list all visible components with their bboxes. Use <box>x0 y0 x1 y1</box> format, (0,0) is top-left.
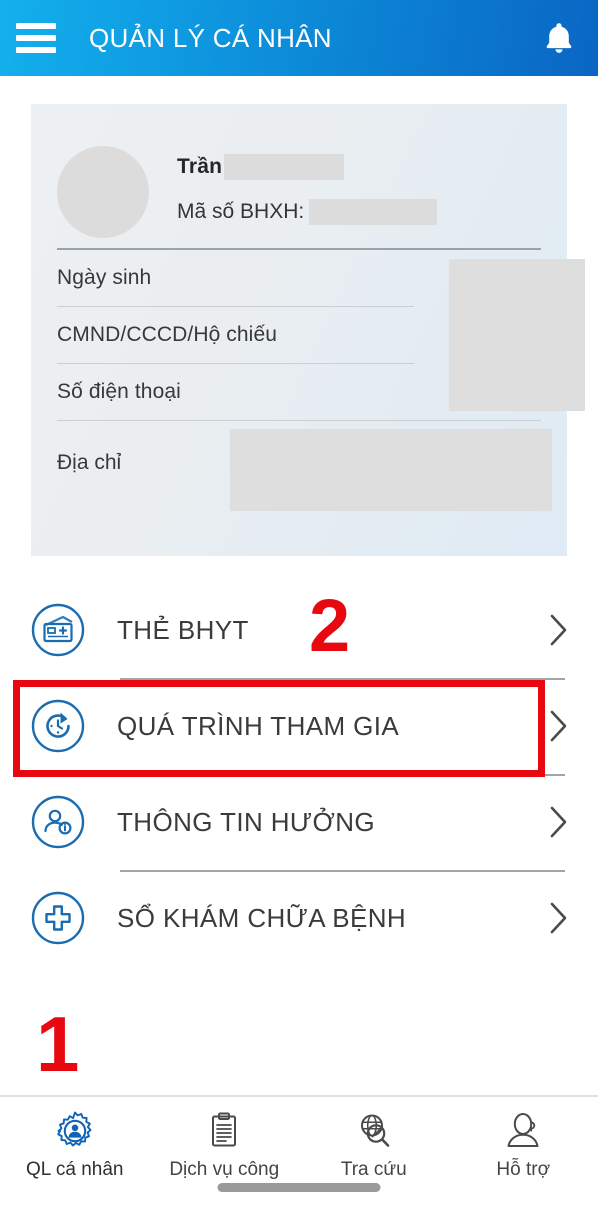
menu-item-label: SỔ KHÁM CHỮA BỆNH <box>117 903 542 934</box>
medical-cross-icon <box>29 889 87 947</box>
profile-identity: Trần Mã số BHXH: <box>177 146 567 226</box>
redacted-address-value <box>230 429 552 511</box>
menu-separator <box>120 870 565 872</box>
chevron-right-icon[interactable] <box>542 613 576 647</box>
field-label: CMND/CCCD/Hộ chiếu <box>57 323 277 347</box>
nav-item-dich-vu-cong[interactable]: Dịch vụ công <box>150 1097 300 1211</box>
chevron-right-icon[interactable] <box>542 805 576 839</box>
profile-header: Trần Mã số BHXH: <box>31 104 567 242</box>
redacted-name-value <box>224 154 344 180</box>
hamburger-bar <box>16 23 56 29</box>
menu-list: THẺ BHYT QUÁ TRÌNH THAM GIA <box>0 582 598 966</box>
profile-name-row: Trần <box>177 152 567 182</box>
menu-item-the-bhyt[interactable]: THẺ BHYT <box>0 582 598 678</box>
globe-search-icon <box>351 1108 397 1154</box>
nav-item-label: Hỗ trợ <box>496 1159 550 1181</box>
field-row-address: Địa chỉ <box>31 421 567 531</box>
nav-item-ql-ca-nhan[interactable]: QL cá nhân <box>0 1097 150 1211</box>
headset-person-icon <box>500 1108 546 1154</box>
app-bar: QUẢN LÝ CÁ NHÂN <box>0 0 598 76</box>
profile-name: Trần <box>177 155 222 179</box>
chevron-right-icon[interactable] <box>542 709 576 743</box>
nav-item-label: QL cá nhân <box>26 1159 124 1181</box>
menu-separator <box>120 774 565 776</box>
bhxh-row: Mã số BHXH: <box>177 198 567 226</box>
clipboard-icon <box>201 1108 247 1154</box>
redacted-bhxh-value <box>309 199 437 225</box>
nav-item-label: Dịch vụ công <box>169 1159 279 1181</box>
insurance-card-icon <box>29 601 87 659</box>
avatar <box>57 146 149 238</box>
menu-separator <box>120 678 565 680</box>
history-clock-icon <box>29 697 87 755</box>
nav-item-tra-cuu[interactable]: Tra cứu <box>299 1097 449 1211</box>
menu-item-so-kham-chua-benh[interactable]: SỔ KHÁM CHỮA BỆNH <box>0 870 598 966</box>
bhxh-label: Mã số BHXH: <box>177 200 304 224</box>
annotation-step-1: 1 <box>36 1005 79 1083</box>
profile-card: Trần Mã số BHXH: Ngày sinh CMND/CCCD/Hộ … <box>31 104 567 556</box>
bottom-navigation: QL cá nhân Dịch vụ công Tra cứu <box>0 1095 598 1200</box>
page-title: QUẢN LÝ CÁ NHÂN <box>89 23 542 54</box>
nav-item-ho-tro[interactable]: Hỗ trợ <box>449 1097 598 1211</box>
menu-item-label: THÔNG TIN HƯỞNG <box>117 807 542 838</box>
hamburger-icon[interactable] <box>16 23 56 53</box>
redacted-field-values <box>449 259 585 411</box>
bell-icon[interactable] <box>542 19 576 57</box>
field-label: Số điện thoại <box>57 380 181 404</box>
menu-item-qua-trinh-tham-gia[interactable]: QUÁ TRÌNH THAM GIA <box>0 678 598 774</box>
menu-item-thong-tin-huong[interactable]: THÔNG TIN HƯỞNG <box>0 774 598 870</box>
field-label: Ngày sinh <box>57 266 151 290</box>
menu-item-label: QUÁ TRÌNH THAM GIA <box>117 711 542 742</box>
hamburger-bar <box>16 35 56 41</box>
home-indicator <box>218 1183 381 1192</box>
nav-item-label: Tra cứu <box>341 1159 407 1181</box>
gear-person-icon <box>52 1108 98 1154</box>
person-info-icon <box>29 793 87 851</box>
chevron-right-icon[interactable] <box>542 901 576 935</box>
field-label: Địa chỉ <box>57 439 121 475</box>
annotation-step-2: 2 <box>309 589 350 663</box>
hamburger-bar <box>16 47 56 53</box>
